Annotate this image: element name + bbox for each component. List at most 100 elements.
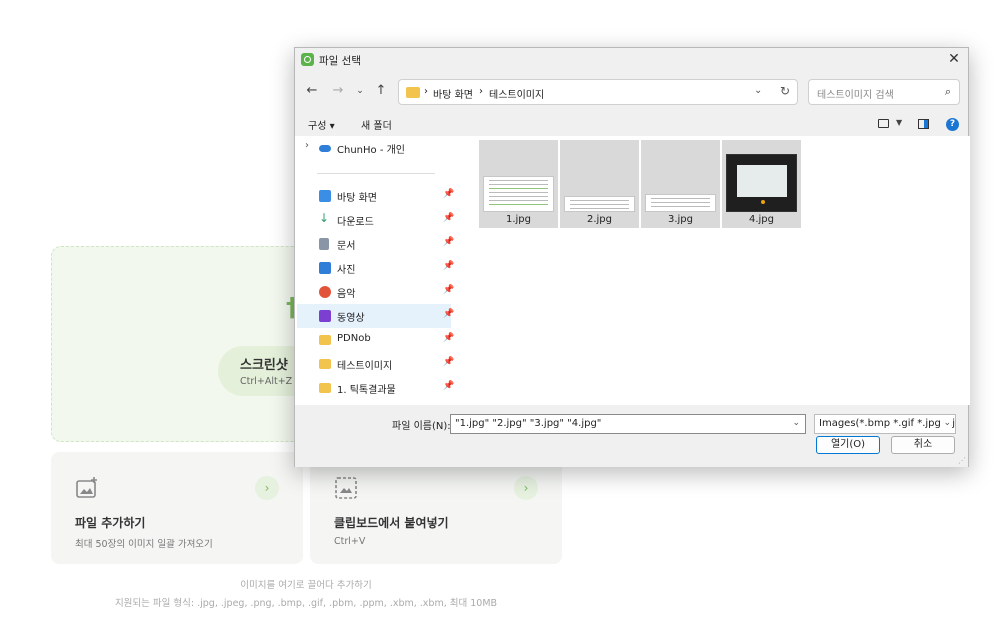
file-name: 4.jpg	[748, 214, 774, 225]
paste-clipboard-card[interactable]: › 클립보드에서 붙여넣기 Ctrl+V	[310, 452, 562, 564]
sidebar-item-documents[interactable]: 문서 📌	[297, 232, 454, 256]
folder-icon	[319, 383, 331, 393]
address-dropdown-chevron-icon[interactable]: ⌄	[754, 85, 762, 96]
sidebar-item-pdnob[interactable]: PDNob 📌	[297, 328, 454, 352]
music-icon	[319, 286, 331, 298]
dialog-footer: 파일 이름(N): "1.jpg" "2.jpg" "3.jpg" "4.jpg…	[295, 405, 968, 467]
new-folder-button[interactable]: 새 폴더	[361, 117, 392, 132]
sidebar-item-label: 문서	[337, 241, 356, 252]
formats-hint: 지원되는 파일 형식: .jpg, .jpeg, .png, .bmp, .gi…	[114, 598, 498, 609]
navigation-pane: › ChunHo - 개인 바탕 화면 📌 ↓ 다운로드 📌 문서 📌 사진 📌…	[295, 136, 460, 405]
sidebar-item-desktop[interactable]: 바탕 화면 📌	[297, 184, 454, 208]
sidebar-item-onedrive[interactable]: › ChunHo - 개인	[297, 136, 451, 160]
file-item[interactable]: 2.jpg	[560, 140, 639, 228]
filename-value: "1.jpg" "2.jpg" "3.jpg" "4.jpg"	[455, 418, 602, 429]
help-icon[interactable]: ?	[946, 118, 959, 131]
folder-icon	[319, 335, 331, 345]
sidebar-item-label: PDNob	[337, 333, 371, 344]
resize-grip-icon[interactable]: ⋰	[958, 456, 966, 465]
pin-icon[interactable]: 📌	[443, 285, 454, 295]
pin-icon[interactable]: 📌	[443, 189, 454, 199]
file-thumbnail	[483, 176, 554, 212]
file-name: 1.jpg	[505, 214, 531, 225]
recent-locations-chevron-icon[interactable]: ⌄	[351, 82, 369, 100]
sidebar-item-label: 동영상	[337, 313, 365, 324]
open-button[interactable]: 열기(O)	[816, 436, 880, 454]
search-icon[interactable]: ⌕	[945, 85, 951, 99]
address-bar[interactable]: › 바탕 화면 › 테스트이미지 ⌄ ↻	[398, 79, 798, 105]
sidebar-item-label: 1. 틱톡결과물	[337, 385, 396, 396]
drag-hint: 이미지를 여기로 끌어다 추가하기	[240, 580, 372, 591]
file-dialog: 파일 선택 ✕ ← → ⌄ ↑ › 바탕 화면 › 테스트이미지 ⌄ ↻ 테스트…	[294, 47, 970, 467]
sidebar-item-label: 음악	[337, 289, 356, 300]
filename-dropdown-chevron-icon[interactable]: ⌄	[792, 418, 800, 428]
file-thumbnail	[726, 154, 797, 212]
pin-icon[interactable]: 📌	[443, 381, 454, 391]
organize-label: 구성	[308, 121, 327, 132]
file-thumbnail	[564, 196, 635, 212]
file-item[interactable]: 3.jpg	[641, 140, 720, 228]
file-name: 3.jpg	[667, 214, 693, 225]
paste-shortcut: Ctrl+V	[334, 536, 366, 547]
sidebar-item-label: 사진	[337, 265, 356, 276]
sidebar-item-test-images[interactable]: 테스트이미지 📌	[297, 352, 454, 376]
sidebar-item-tiktok-results[interactable]: 1. 틱톡결과물 📌	[297, 376, 454, 400]
file-item[interactable]: 4.jpg	[722, 140, 801, 228]
sidebar-item-label: ChunHo - 개인	[337, 145, 405, 156]
add-file-title: 파일 추가하기	[75, 516, 146, 530]
pin-icon[interactable]: 📌	[443, 309, 454, 319]
pin-icon[interactable]: 📌	[443, 213, 454, 223]
cancel-button[interactable]: 취소	[891, 436, 955, 454]
file-list: 1.jpg 2.jpg 3.jpg 4.jpg	[455, 136, 970, 405]
sidebar-item-label: 테스트이미지	[337, 361, 393, 372]
file-thumbnail	[645, 194, 716, 212]
view-options-icon[interactable]	[878, 119, 889, 128]
navigation-bar: ← → ⌄ ↑ › 바탕 화면 › 테스트이미지 ⌄ ↻ 테스트이미지 검색 ⌕	[295, 72, 968, 112]
forward-arrow-icon[interactable]: →	[329, 82, 347, 100]
title-bar[interactable]: 파일 선택 ✕	[295, 48, 968, 72]
pin-icon[interactable]: 📌	[443, 357, 454, 367]
cloud-icon	[319, 145, 331, 152]
sidebar-item-music[interactable]: 음악 📌	[297, 280, 454, 304]
preview-pane-icon[interactable]	[918, 119, 929, 129]
pin-icon[interactable]: 📌	[443, 261, 454, 271]
add-image-icon	[76, 477, 97, 498]
expand-chevron-icon[interactable]: ›	[305, 140, 309, 151]
file-name: 2.jpg	[586, 214, 612, 225]
paste-title: 클립보드에서 붙여넣기	[334, 516, 449, 530]
file-type-value: Images(*.bmp *.gif *.jpg *.jpeg	[819, 418, 955, 429]
file-type-chevron-icon[interactable]: ⌄	[943, 418, 951, 428]
sidebar-item-videos[interactable]: 동영상 📌	[297, 304, 454, 328]
dialog-title: 파일 선택	[319, 55, 361, 67]
sidebar-item-pictures[interactable]: 사진 📌	[297, 256, 454, 280]
breadcrumb-separator-icon: ›	[424, 86, 428, 97]
content-area: › ChunHo - 개인 바탕 화면 📌 ↓ 다운로드 📌 문서 📌 사진 📌…	[295, 136, 970, 405]
file-item[interactable]: 1.jpg	[479, 140, 558, 228]
up-arrow-icon[interactable]: ↑	[372, 82, 390, 100]
close-icon[interactable]: ✕	[946, 51, 962, 67]
videos-icon	[319, 310, 331, 322]
file-type-select[interactable]: Images(*.bmp *.gif *.jpg *.jpeg ⌄	[814, 414, 956, 434]
pin-icon[interactable]: 📌	[443, 333, 454, 343]
organize-button[interactable]: 구성 ▾	[308, 117, 335, 132]
sidebar-item-downloads[interactable]: ↓ 다운로드 📌	[297, 208, 454, 232]
download-icon: ↓	[319, 211, 330, 225]
filename-input[interactable]: "1.jpg" "2.jpg" "3.jpg" "4.jpg" ⌄	[450, 414, 806, 434]
app-icon	[301, 53, 314, 66]
chevron-right-icon[interactable]: ›	[514, 476, 538, 500]
add-file-card[interactable]: › 파일 추가하기 최대 50장의 이미지 일괄 가져오기	[51, 452, 303, 564]
pictures-icon	[319, 262, 331, 274]
breadcrumb-desktop[interactable]: 바탕 화면	[433, 86, 473, 101]
refresh-icon[interactable]: ↻	[780, 84, 790, 98]
folder-icon	[406, 87, 420, 98]
filename-label: 파일 이름(N):	[392, 421, 451, 432]
back-arrow-icon[interactable]: ←	[303, 82, 321, 100]
pin-icon[interactable]: 📌	[443, 237, 454, 247]
chevron-right-icon[interactable]: ›	[255, 476, 279, 500]
breadcrumb-test-images[interactable]: 테스트이미지	[489, 86, 544, 101]
add-file-subtitle: 최대 50장의 이미지 일괄 가져오기	[75, 539, 213, 550]
desktop-icon	[319, 190, 331, 202]
command-bar: 구성 ▾ 새 폴더 ▼ ?	[295, 112, 968, 136]
search-input[interactable]: 테스트이미지 검색 ⌕	[808, 79, 960, 105]
view-dropdown-chevron-icon[interactable]: ▼	[896, 118, 902, 127]
